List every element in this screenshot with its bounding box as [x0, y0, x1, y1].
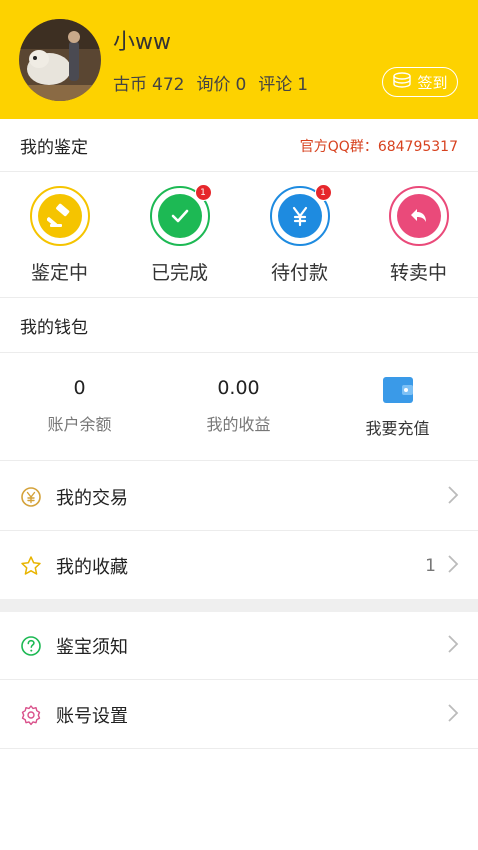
appraisal-completed-label: 已完成	[150, 262, 208, 284]
star-icon	[20, 555, 42, 577]
coins-count: 472	[152, 75, 185, 95]
appraisal-section-header: 我的鉴定 官方QQ群：684795317	[0, 120, 478, 172]
profile-stats: 古币 472 询价 0 评论 1	[113, 70, 313, 95]
appraisal-pending-payment-label: 待付款	[270, 262, 328, 284]
my-earnings[interactable]: 0.00 我的收益	[159, 353, 318, 435]
completed-badge: 1	[194, 184, 212, 201]
recharge-label: 我要充值	[365, 419, 430, 438]
appraisal-status-grid: 鉴定中 1 已完成 1 待付款 转卖中	[0, 174, 478, 298]
settings-label: 账号设置	[56, 705, 128, 727]
comments-count: 1	[297, 75, 309, 95]
section-divider	[0, 599, 478, 612]
my-earnings-label: 我的收益	[206, 415, 271, 434]
avatar[interactable]	[19, 19, 101, 101]
appraisal-completed[interactable]: 1 已完成	[120, 184, 239, 285]
wallet-section-header: 我的钱包	[0, 299, 478, 353]
appraisal-title: 我的鉴定	[20, 138, 88, 158]
appraisal-in-progress-label: 鉴定中	[30, 262, 88, 284]
gear-icon	[20, 704, 42, 726]
qq-group-link[interactable]: 官方QQ群：684795317	[300, 136, 458, 156]
menu-item-favorites[interactable]: 我的收藏 1	[0, 532, 478, 600]
check-icon	[157, 194, 202, 238]
account-balance-value: 0	[73, 377, 86, 399]
yen-coin-icon	[20, 486, 42, 508]
wallet-panel: 0 账户余额 0.00 我的收益 我要充值	[0, 353, 478, 461]
signin-button[interactable]: 签到	[382, 67, 458, 97]
signin-label: 签到	[417, 73, 448, 92]
wallet-icon	[318, 375, 477, 405]
menu-item-guide[interactable]: 鉴宝须知	[0, 612, 478, 680]
inquiries-label: 询价	[196, 75, 231, 95]
question-icon	[20, 635, 42, 657]
chevron-right-icon	[446, 702, 460, 728]
guide-label: 鉴宝须知	[56, 636, 128, 658]
inquiries-count: 0	[235, 75, 247, 95]
chevron-right-icon	[446, 633, 460, 659]
appraisal-pending-payment[interactable]: 1 待付款	[240, 184, 359, 285]
chevron-right-icon	[446, 484, 460, 510]
appraisal-reselling[interactable]: 转卖中	[359, 186, 478, 285]
appraisal-reselling-label: 转卖中	[389, 262, 447, 284]
favorites-count: 1	[425, 555, 436, 576]
favorites-label: 我的收藏	[56, 556, 128, 578]
coin-stack-icon	[392, 72, 412, 92]
account-balance-label: 账户余额	[47, 415, 112, 434]
account-balance[interactable]: 0 账户余额	[0, 353, 159, 435]
menu-item-settings[interactable]: 账号设置	[0, 681, 478, 749]
profile-header: 小ww 古币 472 询价 0 评论 1 签到	[0, 0, 478, 119]
yen-icon	[277, 194, 322, 238]
my-earnings-value: 0.00	[217, 377, 260, 399]
pending-payment-badge: 1	[314, 184, 332, 201]
return-arrow-icon	[396, 194, 441, 238]
chevron-right-icon	[446, 553, 460, 579]
menu-item-transactions[interactable]: 我的交易	[0, 463, 478, 531]
appraisal-in-progress[interactable]: 鉴定中	[0, 186, 119, 285]
comments-label: 评论	[258, 75, 293, 95]
wallet-title: 我的钱包	[20, 318, 88, 338]
recharge-button[interactable]: 我要充值	[318, 353, 477, 439]
transactions-label: 我的交易	[56, 487, 128, 509]
hammer-icon	[37, 194, 82, 238]
coins-label: 古币	[113, 75, 147, 95]
username: 小ww	[113, 30, 171, 55]
